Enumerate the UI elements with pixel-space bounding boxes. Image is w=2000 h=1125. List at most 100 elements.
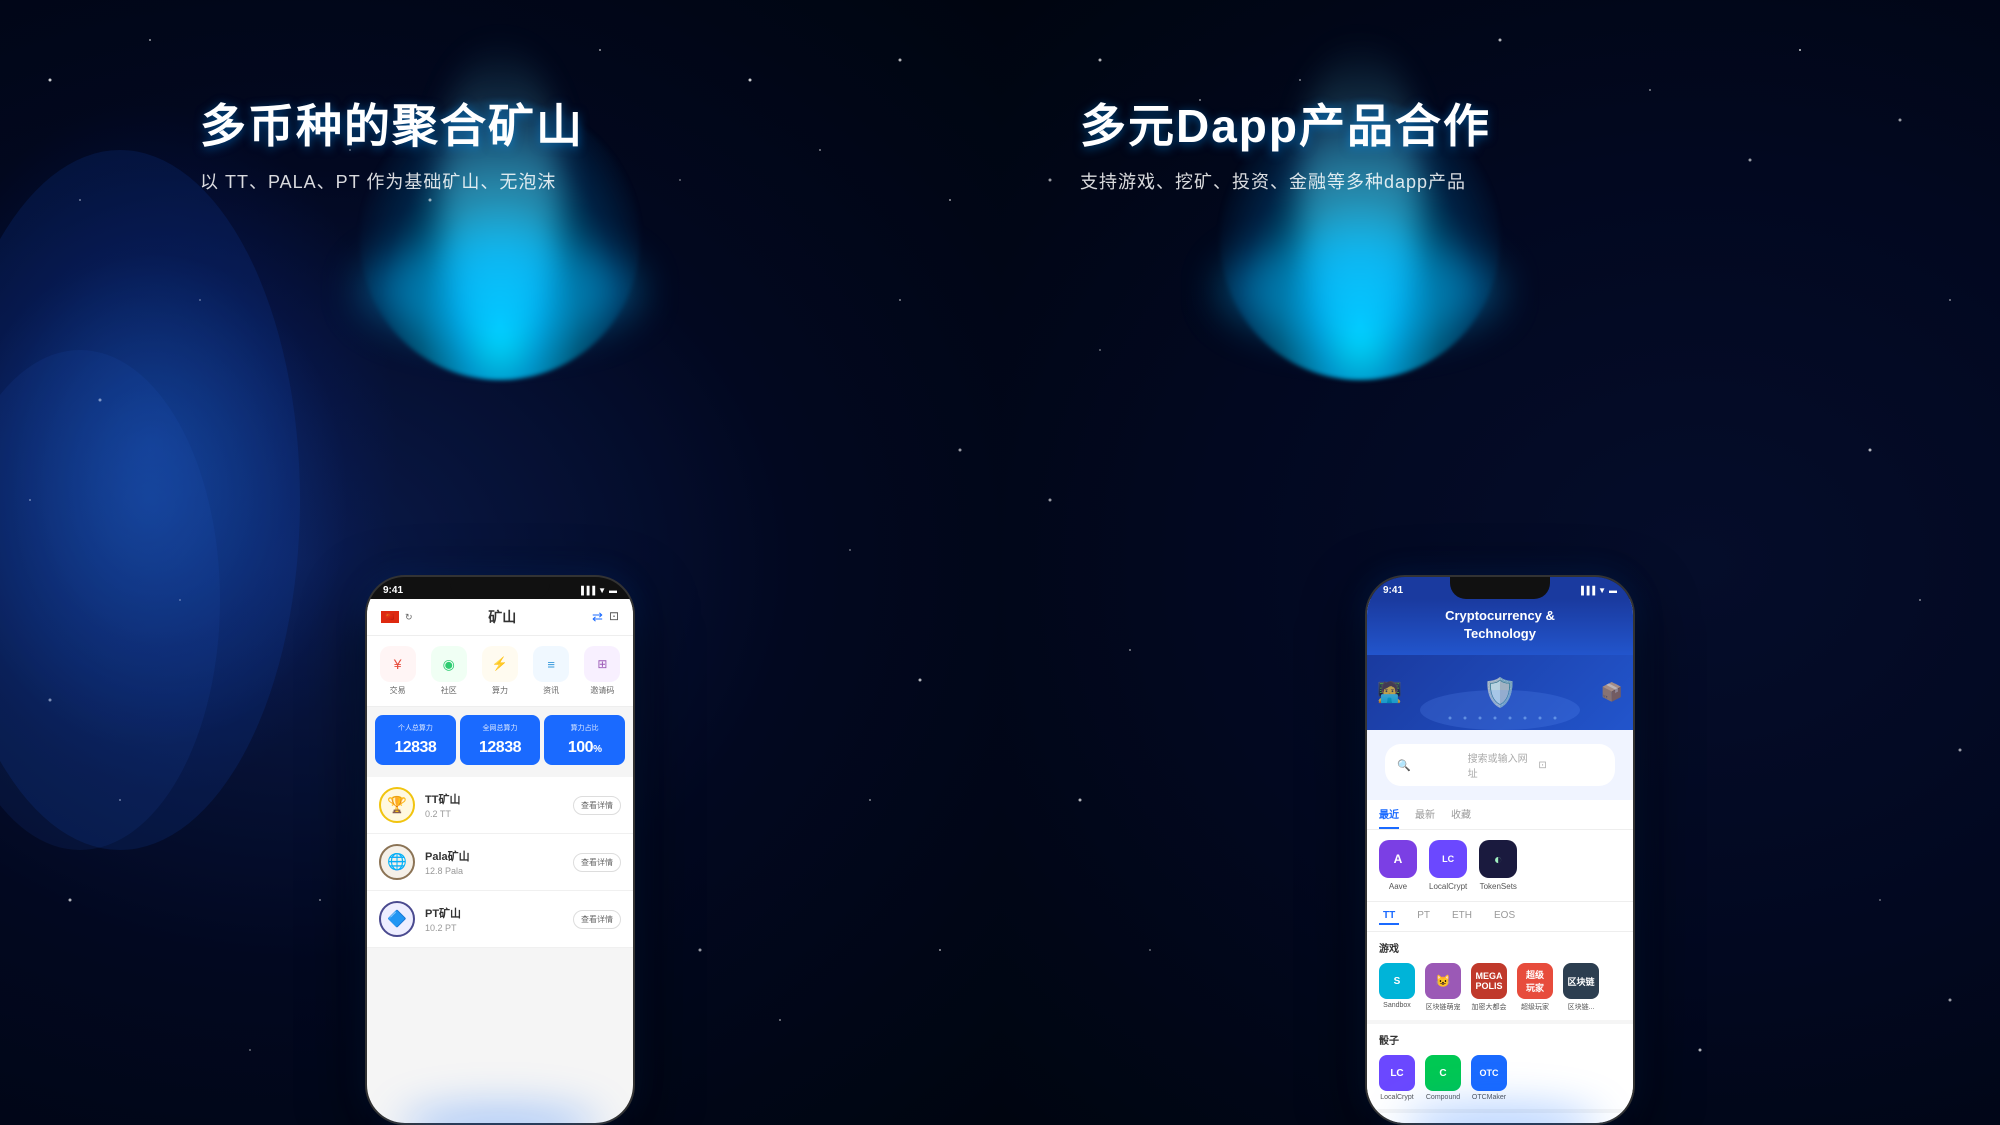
games-label: 游戏 [1379,940,1621,955]
search-icon: 🔍 [1397,759,1462,772]
dice-localcrypt[interactable]: LC LocalCrypt [1379,1055,1415,1101]
tab-recent[interactable]: 最近 [1379,800,1399,829]
cryptopolis-icon: MEGAPOLIS [1471,963,1507,999]
app-aave[interactable]: A Aave [1379,840,1417,891]
wifi-icon-r: ▼ [1598,586,1606,595]
stat-ratio: 算力占比 100% [544,715,625,765]
category-games: 游戏 S Sandbox 😺 区块链萌宠 [1367,932,1633,1024]
wifi-icon: ▼ [598,586,606,595]
screen-right: Cryptocurrency &Technology 🧑‍💻 🛡️ 📦 [1367,599,1633,1123]
nav-hashrate[interactable]: ⚡ 算力 [482,646,518,696]
right-panel-title: 多元Dapp产品合作 支持游戏、挖矿、投资、金融等多种dapp产品 [1080,90,1491,194]
aave-label: Aave [1389,882,1407,891]
tt-icon: 🏆 [379,787,415,823]
phone-notch-right [1450,577,1550,599]
filter-tt[interactable]: TT [1379,908,1399,925]
game-blockchain-pet[interactable]: 😺 区块链萌宠 [1425,963,1461,1012]
page-wrapper: 多币种的聚合矿山 以 TT、PALA、PT 作为基础矿山、无泡沫 9:41 ▐▐… [0,0,2000,1125]
status-icons-right: ▐▐▐ ▼ ▬ [1578,586,1617,595]
mining-item-pt: 🔷 PT矿山 10.2 PT 查看详情 [367,891,633,948]
status-icons-left: ▐▐▐ ▼ ▬ [578,586,617,595]
phone-right-container: 9:41 ▐▐▐ ▼ ▬ Cryptocurrency &Technology [1365,575,1635,1125]
app-tokensets[interactable]: ◐ TokenSets [1479,840,1517,891]
pala-icon: 🌐 [379,844,415,880]
pt-detail-btn[interactable]: 查看详情 [573,910,621,929]
right-subtitle: 支持游戏、挖矿、投资、金融等多种dapp产品 [1080,168,1491,194]
stat-personal: 个人总算力 12838 [375,715,456,765]
nav-community[interactable]: ◉ 社区 [431,646,467,696]
game-cryptopolis[interactable]: MEGAPOLIS 加密大都会 [1471,963,1507,1012]
screen-left: 🇨🇳 ↻ 矿山 ⇄ ⊡ ¥ 交易 [367,599,633,1123]
scan-icon[interactable]: ⊡ [609,609,619,625]
left-subtitle: 以 TT、PALA、PT 作为基础矿山、无泡沫 [200,168,584,194]
tab-newest[interactable]: 最新 [1415,800,1435,829]
stat-network: 全网总算力 12838 [460,715,541,765]
dice-label: 骰子 [1379,1032,1621,1047]
person-icon: 🧑‍💻 [1377,680,1402,705]
grid-dots [1440,710,1560,725]
filter-pt[interactable]: PT [1413,908,1434,925]
pt-icon: 🔷 [379,901,415,937]
tokensets-label: TokenSets [1480,882,1517,891]
panel-left: 多币种的聚合矿山 以 TT、PALA、PT 作为基础矿山、无泡沫 9:41 ▐▐… [0,0,1000,1125]
pala-info: Pala矿山 12.8 Pala [425,848,563,876]
app-localcrypt[interactable]: LC LocalCrypt [1429,840,1467,891]
box-icon: 📦 [1601,682,1623,703]
pala-detail-btn[interactable]: 查看详情 [573,853,621,872]
supergamer-icon: 超级玩家 [1517,963,1553,999]
filter-row: TT PT ETH EOS [1367,902,1633,932]
otcmaker-icon: OTC [1471,1055,1507,1091]
filter-eth[interactable]: ETH [1448,908,1476,925]
app-header-left: 🇨🇳 ↻ 矿山 ⇄ ⊡ [367,599,633,636]
filter-eos[interactable]: EOS [1490,908,1519,925]
mining-item-tt: 🏆 TT矿山 0.2 TT 查看详情 [367,777,633,834]
tab-favorites[interactable]: 收藏 [1451,800,1471,829]
search-wrapper: 🔍 搜索或输入网址 ⊡ [1367,730,1633,800]
dapp-title: Cryptocurrency &Technology [1381,607,1619,643]
tab-row: 最近 最新 收藏 [1367,800,1633,830]
compound-icon: C [1425,1055,1461,1091]
pt-info: PT矿山 10.2 PT [425,905,563,933]
left-heading: 多币种的聚合矿山 [200,90,584,156]
time-right: 9:41 [1383,585,1403,596]
dapp-illustration: 🧑‍💻 🛡️ 📦 [1367,655,1633,730]
mining-item-pala: 🌐 Pala矿山 12.8 Pala 查看详情 [367,834,633,891]
tt-info: TT矿山 0.2 TT [425,791,563,819]
battery-icon-r: ▬ [1609,586,1617,595]
search-placeholder: 搜索或输入网址 [1468,750,1533,780]
search-bar[interactable]: 🔍 搜索或输入网址 ⊡ [1385,744,1615,786]
dapp-header: Cryptocurrency &Technology [1367,599,1633,655]
dice-lc-icon: LC [1379,1055,1415,1091]
stats-grid: 个人总算力 12838 全网总算力 12838 算力占比 100% [367,707,633,773]
game-blockchain-other[interactable]: 区块链 区块链... [1563,963,1599,1012]
dice-apps: LC LocalCrypt C Compound OTC OTCMaker [1379,1055,1621,1101]
blockchain-other-icon: 区块链 [1563,963,1599,999]
sandbox-icon: S [1379,963,1415,999]
nav-icons-left: ¥ 交易 ◉ 社区 ⚡ 算力 ≡ 资讯 [367,636,633,707]
flag-icon: 🇨🇳 [381,611,399,623]
game-supergamer[interactable]: 超级玩家 超级玩家 [1517,963,1553,1012]
phone-notch-left [450,577,550,599]
shield-icon: 🛡️ [1483,676,1518,709]
games-apps: S Sandbox 😺 区块链萌宠 ME [1379,963,1621,1012]
blockchain-pet-icon: 😺 [1425,963,1461,999]
tt-detail-btn[interactable]: 查看详情 [573,796,621,815]
dice-otcmaker[interactable]: OTC OTCMaker [1471,1055,1507,1101]
aave-icon: A [1379,840,1417,878]
category-dice: 骰子 LC LocalCrypt C Compound OTC [1367,1024,1633,1113]
nav-invite[interactable]: ⊞ 邀请码 [584,646,620,696]
left-panel-title: 多币种的聚合矿山 以 TT、PALA、PT 作为基础矿山、无泡沫 [200,90,584,194]
mining-list: 🏆 TT矿山 0.2 TT 查看详情 🌐 [367,777,633,948]
exchange-icon[interactable]: ⇄ [592,609,603,625]
nav-trade[interactable]: ¥ 交易 [380,646,416,696]
battery-icon: ▬ [609,586,617,595]
tokensets-icon: ◐ [1479,840,1517,878]
time-left: 9:41 [383,585,403,596]
phone-left-container: 9:41 ▐▐▐ ▼ ▬ 🇨🇳 ↻ [365,575,635,1125]
recent-apps-row: A Aave LC LocalCrypt ◐ [1367,830,1633,902]
game-sandbox[interactable]: S Sandbox [1379,963,1415,1012]
dice-compound[interactable]: C Compound [1425,1055,1461,1101]
refresh-icon[interactable]: ↻ [405,612,413,623]
signal-icon-r: ▐▐▐ [1578,586,1595,595]
nav-news[interactable]: ≡ 资讯 [533,646,569,696]
